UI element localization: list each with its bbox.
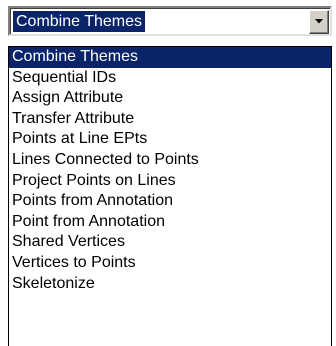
option-combine-themes[interactable]: Combine Themes — [9, 47, 331, 68]
dropdown-toggle-button[interactable] — [309, 10, 329, 34]
chevron-down-icon — [315, 19, 323, 24]
option-point-from-annotation[interactable]: Point from Annotation — [9, 212, 331, 233]
option-sequential-ids[interactable]: Sequential IDs — [9, 68, 331, 89]
dropdown-list[interactable]: Combine Themes Sequential IDs Assign Att… — [8, 46, 332, 346]
combobox-selected-value: Combine Themes — [13, 11, 145, 32]
option-shared-vertices[interactable]: Shared Vertices — [9, 232, 331, 253]
option-points-from-annotation[interactable]: Points from Annotation — [9, 191, 331, 212]
option-transfer-attribute[interactable]: Transfer Attribute — [9, 109, 331, 130]
option-skeletonize[interactable]: Skeletonize — [9, 274, 331, 295]
option-assign-attribute[interactable]: Assign Attribute — [9, 88, 331, 109]
combobox-field[interactable]: Combine Themes — [10, 8, 330, 34]
option-project-points-on-lines[interactable]: Project Points on Lines — [9, 171, 331, 192]
tool-select-combobox[interactable]: Combine Themes — [8, 6, 332, 36]
option-points-at-line-epts[interactable]: Points at Line EPts — [9, 129, 331, 150]
option-vertices-to-points[interactable]: Vertices to Points — [9, 253, 331, 274]
option-lines-connected-to-points[interactable]: Lines Connected to Points — [9, 150, 331, 171]
